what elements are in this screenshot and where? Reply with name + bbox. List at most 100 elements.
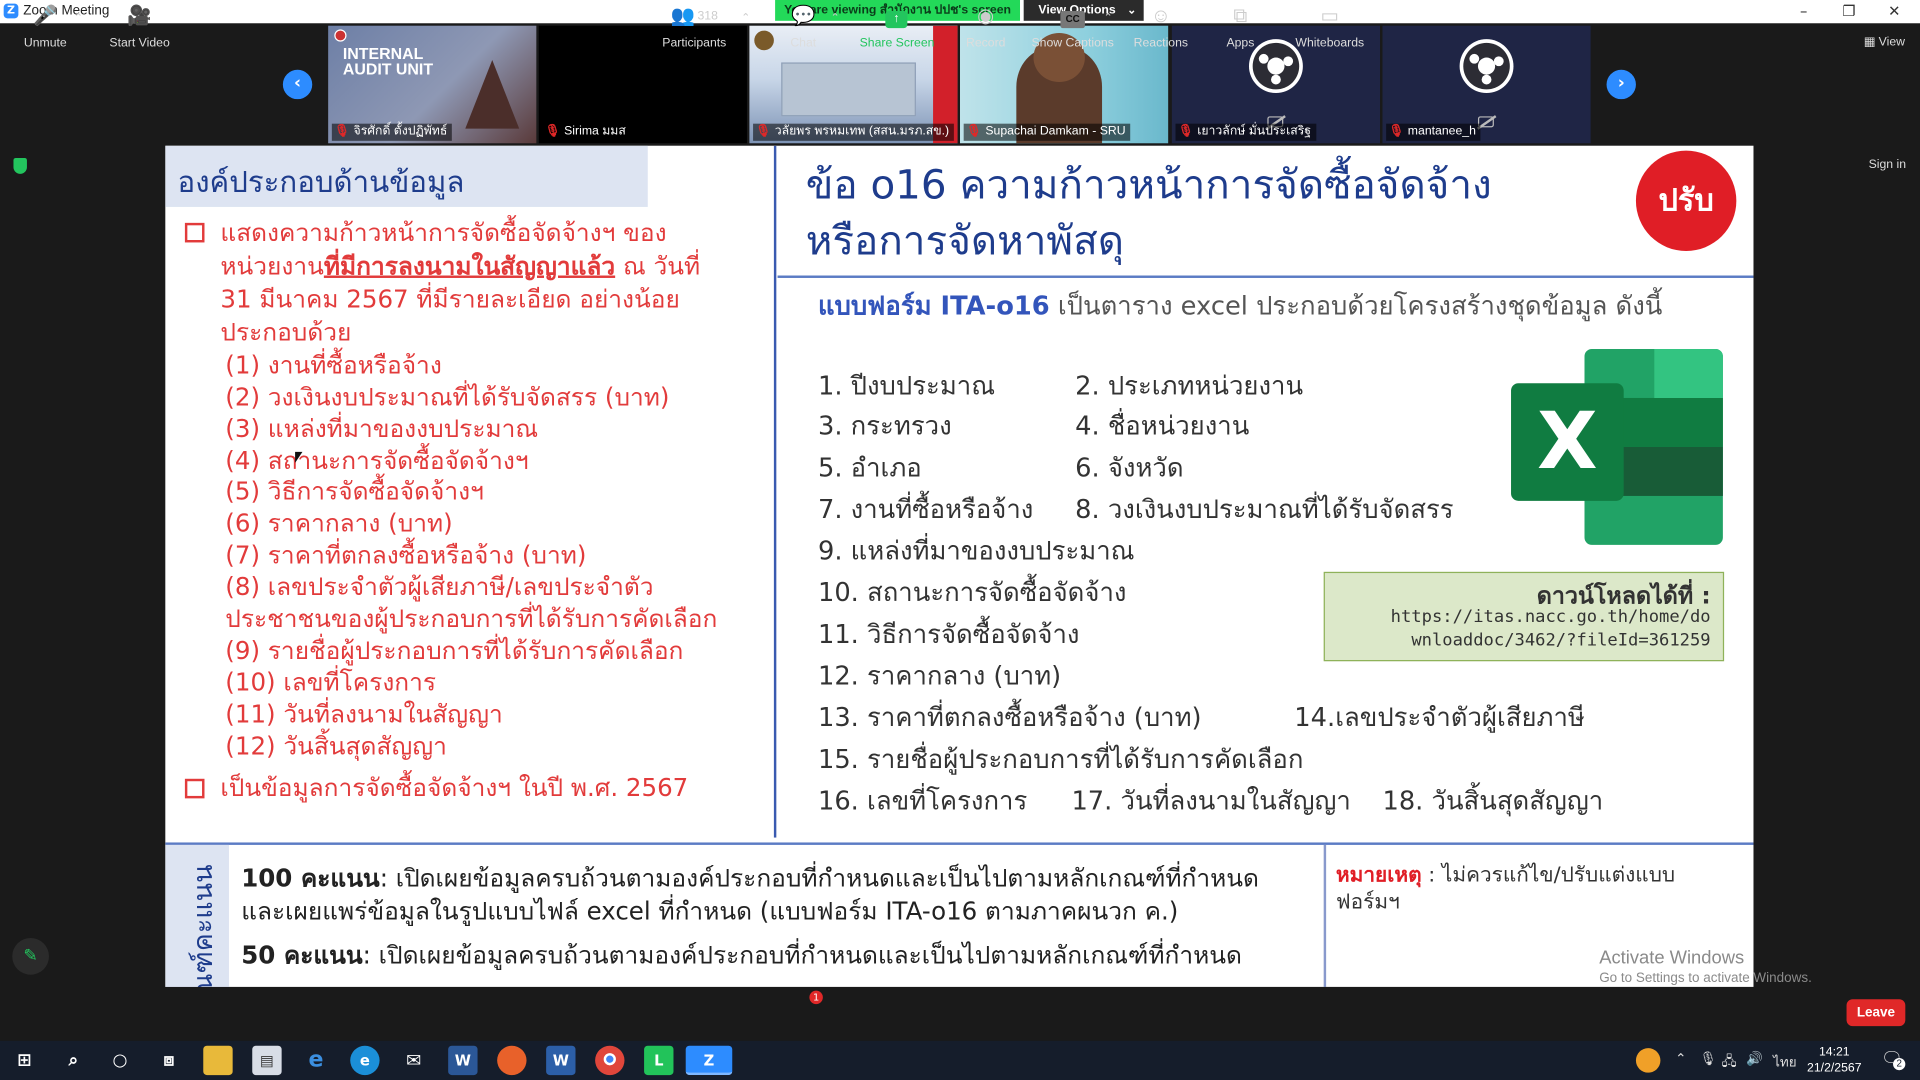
slide-title: ข้อ o16 ความก้าวหน้าการจัดซื้อจัดจ้าง bbox=[805, 160, 1492, 209]
participant-tile[interactable]: INTERNAL AUDIT UNIT 🎙 จิรศักดิ์ ตั้งปฏิพั… bbox=[328, 25, 537, 144]
bullet-line: ประกอบด้วย bbox=[220, 317, 352, 347]
whiteboards-button[interactable]: ▭ Whiteboards bbox=[1293, 4, 1366, 50]
field-item: 2. ประเภทหน่วยงาน bbox=[1075, 371, 1304, 401]
whiteboard-icon: ▭ bbox=[1320, 6, 1340, 27]
store-icon[interactable]: ▤ bbox=[252, 1045, 282, 1076]
maximize-button[interactable]: ❐ bbox=[1827, 0, 1871, 23]
participant-name: 🎙 เยาวลักษ์ มั่นประเสริฐ bbox=[1175, 123, 1316, 141]
checkbox-bullet-icon bbox=[184, 222, 205, 243]
sub-item: (7) ราคาที่ตกลงซื้อหรือจ้าง (บาท) bbox=[225, 540, 587, 570]
view-button[interactable]: ▦ View bbox=[1864, 36, 1905, 49]
weather-icon[interactable] bbox=[1635, 1048, 1661, 1073]
chat-options-caret[interactable]: ⌃ bbox=[828, 4, 843, 31]
chevron-up-icon: ⌃ bbox=[741, 11, 751, 24]
bullet-line: 31 มีนาคม 2567 ที่มีรายละเอียด อย่างน้อย bbox=[220, 284, 680, 314]
reactions-button[interactable]: ☺ Reactions bbox=[1131, 4, 1190, 50]
task-view-icon[interactable]: ⧈ bbox=[154, 1046, 183, 1075]
participant-tile[interactable]: 🎙 mantanee_h bbox=[1382, 25, 1591, 144]
unit-logo-icon bbox=[334, 29, 347, 42]
audio-options-caret[interactable]: ⌃ bbox=[71, 4, 86, 31]
field-item: 4. ชื่อหน่วยงาน bbox=[1075, 411, 1250, 441]
leave-button[interactable]: Leave bbox=[1846, 999, 1906, 1027]
chevron-up-icon: ⌃ bbox=[73, 11, 83, 24]
network-icon[interactable]: 🖧 bbox=[1722, 1051, 1737, 1074]
zoom-logo-icon: Z bbox=[3, 3, 19, 19]
word-icon[interactable]: W bbox=[448, 1045, 478, 1076]
chrome-icon[interactable] bbox=[595, 1045, 625, 1076]
zoom-taskbar-icon[interactable]: Z bbox=[685, 1045, 733, 1076]
unmute-button[interactable]: 🎤 Unmute bbox=[20, 4, 71, 50]
participants-button[interactable]: 👥 318 Participants bbox=[659, 4, 730, 50]
record-icon: ◉ bbox=[977, 6, 995, 27]
search-icon[interactable]: ⌕ bbox=[59, 1046, 88, 1075]
security-shield-icon[interactable] bbox=[13, 157, 27, 174]
taskbar-clock[interactable]: 14:21 21/2/2567 bbox=[1805, 1044, 1864, 1076]
sign-in-link[interactable]: Sign in bbox=[1869, 158, 1906, 171]
mouse-cursor-icon bbox=[295, 451, 303, 463]
start-icon[interactable]: ⊞ bbox=[10, 1046, 39, 1075]
edge-icon[interactable]: e bbox=[350, 1045, 380, 1076]
participant-name: 🎙 Supachai Damkam - SRU bbox=[963, 123, 1131, 141]
file-explorer-icon[interactable] bbox=[203, 1045, 233, 1076]
apps-button[interactable]: ⧉ Apps bbox=[1220, 4, 1262, 50]
chat-unread-badge: 1 bbox=[809, 990, 823, 1005]
record-button[interactable]: ◉ Record bbox=[962, 4, 1009, 50]
close-button[interactable]: ✕ bbox=[1872, 0, 1916, 23]
field-item: 12. ราคากลาง (บาท) bbox=[817, 661, 1062, 691]
input-language[interactable]: ไทย bbox=[1773, 1051, 1797, 1073]
cortana-icon[interactable]: ○ bbox=[105, 1046, 134, 1075]
app-icon[interactable]: W bbox=[546, 1045, 576, 1076]
field-item: 5. อำเภอ bbox=[817, 453, 922, 483]
sub-item: (4) สถานะการจัดซื้อจัดจ้างฯ bbox=[225, 445, 529, 476]
apps-icon: ⧉ bbox=[1233, 6, 1248, 27]
field-item: 10. สถานะการจัดซื้อจัดจ้าง bbox=[817, 577, 1127, 608]
field-item: 1. ปีงบประมาณ bbox=[817, 371, 996, 401]
remark-note: หมายเหตุ : ไม่ควรแก้ไข/ปรับแต่งแบบฟอร์มฯ bbox=[1335, 863, 1676, 915]
activate-windows-watermark: Activate Windows Go to Settings to activ… bbox=[1599, 947, 1812, 986]
microphone-tray-icon[interactable]: 🎙 bbox=[1700, 1051, 1717, 1067]
start-video-button[interactable]: 🎥 Start Video bbox=[105, 4, 174, 50]
captions-options-caret[interactable]: ⌃ bbox=[1101, 4, 1116, 31]
sub-item: (5) วิธีการจัดซื้อจัดจ้างฯ bbox=[225, 476, 484, 506]
participants-icon: 👥 318 bbox=[670, 6, 718, 27]
sub-item: (11) วันที่ลงนามในสัญญา bbox=[225, 699, 503, 729]
participants-options-caret[interactable]: ⌃ bbox=[738, 4, 753, 31]
field-item: 16. เลขที่โครงการ bbox=[817, 786, 1028, 816]
muted-mic-icon: 🎙 bbox=[755, 124, 772, 139]
muted-mic-icon: 🎙 bbox=[1388, 124, 1405, 139]
share-screen-button[interactable]: ↑ Share Screen bbox=[860, 4, 934, 50]
field-item: 11. วิธีการจัดซื้อจัดจ้าง bbox=[817, 619, 1080, 649]
download-info-box: ดาวน์โหลดได้ที่ : https://itas.nacc.go.t… bbox=[1323, 571, 1725, 662]
score-100-line2: และเผยแพร่ข้อมูลในรูปแบบไฟล์ excel ที่กำ… bbox=[241, 896, 1179, 926]
minimize-button[interactable]: – bbox=[1782, 0, 1826, 23]
mail-icon[interactable]: ✉ bbox=[399, 1046, 428, 1075]
meeting-controls-bar bbox=[0, 986, 1920, 1041]
checkbox-bullet-icon bbox=[184, 778, 205, 799]
sub-item: (6) ราคากลาง (บาท) bbox=[225, 508, 453, 538]
sub-item: (10) เลขที่โครงการ bbox=[225, 667, 437, 697]
line-icon[interactable]: L bbox=[644, 1045, 674, 1076]
volume-icon[interactable]: 🔊 bbox=[1746, 1051, 1763, 1067]
gallery-prev-button[interactable]: ‹ bbox=[282, 69, 313, 100]
tray-chevron-icon[interactable]: ⌃ bbox=[1675, 1051, 1686, 1067]
internet-explorer-icon[interactable]: e bbox=[301, 1046, 330, 1075]
column-divider bbox=[773, 145, 777, 838]
zoom-meeting-window: Z Zoom Meeting – ❐ ✕ You are viewing สำน… bbox=[0, 0, 1920, 1080]
chat-button[interactable]: 💬 Chat bbox=[785, 4, 822, 50]
temple-image-icon bbox=[465, 60, 520, 129]
sub-item: (3) แหล่งที่มาของงบประมาณ bbox=[225, 413, 539, 444]
participant-name: 🎙 Sirima มมส bbox=[542, 123, 631, 141]
muted-mic-icon: 🎙 bbox=[966, 124, 982, 139]
firefox-icon[interactable] bbox=[497, 1045, 527, 1076]
gallery-next-button[interactable]: › bbox=[1606, 69, 1636, 100]
download-url: https://itas.nacc.go.th/home/do wnloaddo… bbox=[1390, 607, 1711, 651]
excel-logo-icon: X bbox=[1511, 348, 1723, 545]
annotate-pencil-icon[interactable]: ✎ bbox=[12, 937, 49, 975]
sub-item: (12) วันสิ้นสุดสัญญา bbox=[225, 731, 447, 761]
form-description: แบบฟอร์ม ITA-o16 เป็นตาราง excel ประกอบด… bbox=[817, 291, 1663, 321]
score-criteria-label: เกณฑ์คะแนน bbox=[165, 844, 229, 987]
sub-item: ประชาชนของผู้ประกอบการที่ได้รับการคัดเลื… bbox=[225, 603, 718, 634]
left-section-header: องค์ประกอบด้านข้อมูล bbox=[165, 145, 648, 207]
chevron-up-icon: ⌃ bbox=[830, 11, 840, 24]
university-logo-icon bbox=[754, 30, 774, 51]
